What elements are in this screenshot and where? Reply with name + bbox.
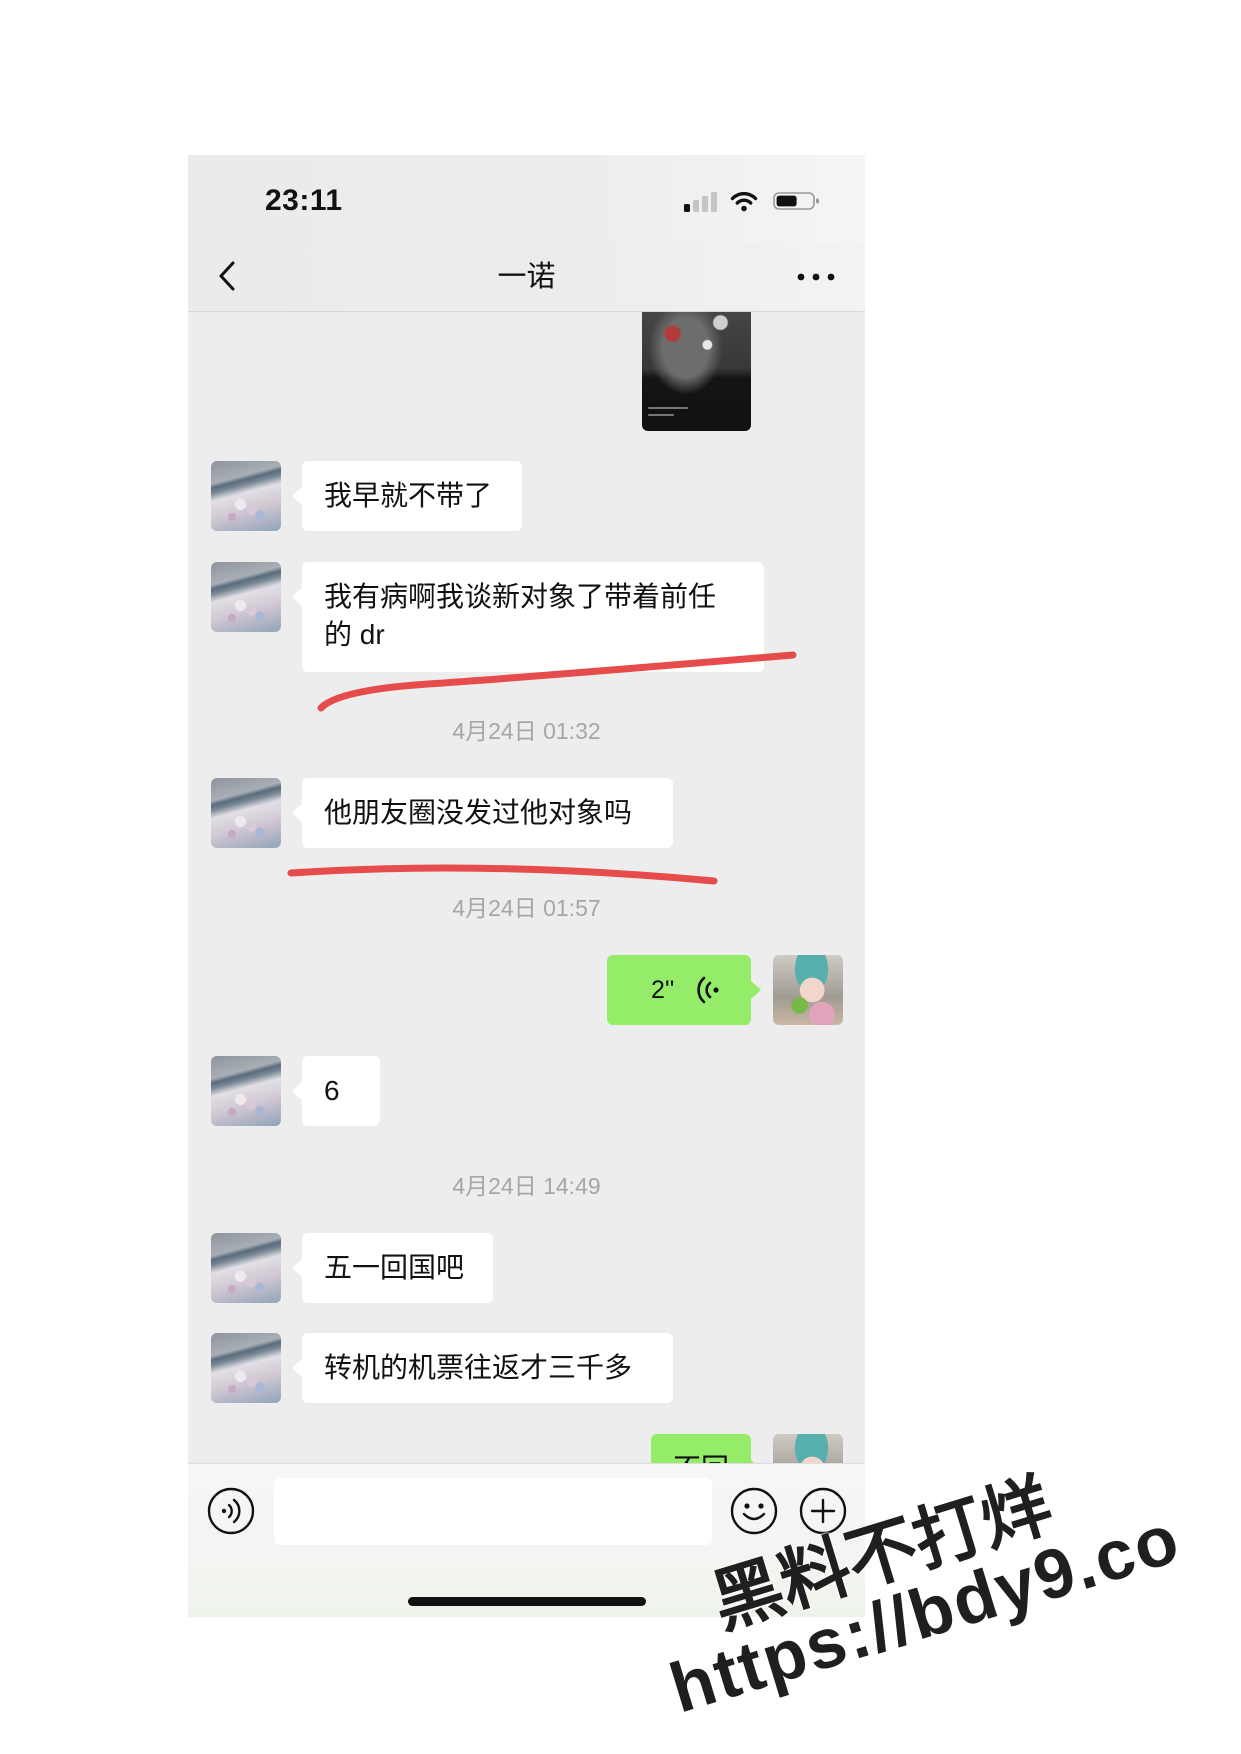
thumbnail-caption-lines <box>648 407 708 423</box>
cellular-signal-icon <box>684 192 717 212</box>
home-indicator[interactable] <box>408 1597 646 1606</box>
contact-avatar[interactable] <box>211 778 281 848</box>
emoji-icon[interactable] <box>729 1486 779 1536</box>
contact-avatar[interactable] <box>211 461 281 531</box>
chat-timestamp: 4月24日 01:32 <box>452 718 601 744</box>
contact-avatar[interactable] <box>211 1333 281 1403</box>
self-avatar[interactable] <box>773 1434 843 1463</box>
contact-avatar[interactable] <box>211 1056 281 1126</box>
message-bubble-incoming[interactable]: 6 <box>292 1056 380 1126</box>
voice-duration: 2'' <box>651 976 675 1004</box>
voice-input-icon[interactable] <box>206 1486 256 1536</box>
message-bubble-incoming[interactable]: 我有病啊我谈新对象了带着前任的 dr <box>292 562 764 672</box>
message-bubble-incoming[interactable]: 我早就不带了 <box>292 461 522 531</box>
message-bubble-incoming[interactable]: 他朋友圈没发过他对象吗 <box>292 778 673 848</box>
chat-title: 一诺 <box>497 261 556 293</box>
self-avatar[interactable] <box>773 955 843 1025</box>
chat-timestamp: 4月24日 14:49 <box>452 1173 601 1199</box>
voice-wave-icon <box>697 976 719 1004</box>
red-underline-mark <box>287 864 718 885</box>
message-bubble-outgoing[interactable]: 不回 <box>651 1434 761 1463</box>
contact-avatar[interactable] <box>211 562 281 632</box>
contact-avatar[interactable] <box>211 1233 281 1303</box>
message-input[interactable] <box>274 1478 712 1545</box>
chat-timestamp: 4月24日 01:57 <box>452 895 601 921</box>
more-dots-icon[interactable] <box>794 269 838 285</box>
voice-message-bubble[interactable]: 2'' <box>607 955 761 1025</box>
status-time: 23:11 <box>265 184 343 217</box>
image-message-thumbnail[interactable] <box>642 312 751 431</box>
wifi-icon <box>730 191 758 212</box>
red-underline-annotations <box>287 651 797 885</box>
message-bubble-incoming[interactable]: 转机的机票往返才三千多 <box>292 1333 673 1403</box>
phone-screen: 23:11 一诺 我早就不带了 我有病啊我谈新对象了带着前任的 dr 4月24日… <box>188 155 865 1617</box>
message-bubble-incoming[interactable]: 五一回国吧 <box>292 1233 493 1303</box>
status-bar: 23:11 <box>188 155 865 243</box>
chat-header: 一诺 <box>188 243 865 312</box>
battery-icon <box>773 192 819 210</box>
message-list[interactable]: 我早就不带了 我有病啊我谈新对象了带着前任的 dr 4月24日 01:32 他朋… <box>188 312 865 1463</box>
